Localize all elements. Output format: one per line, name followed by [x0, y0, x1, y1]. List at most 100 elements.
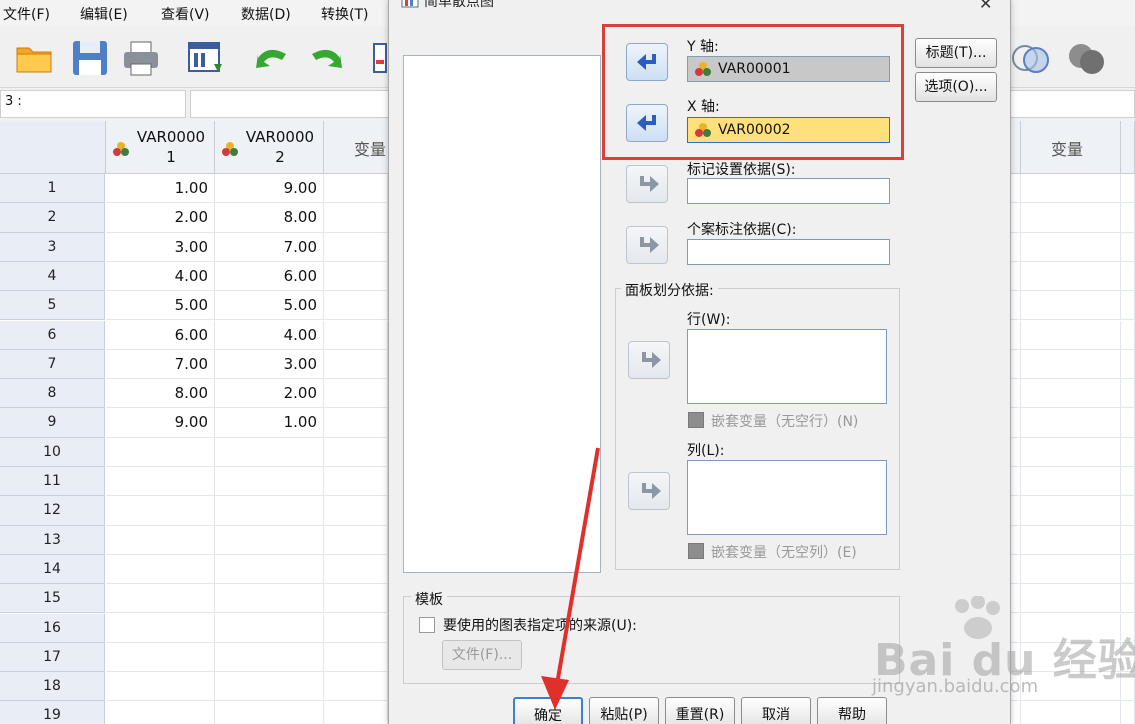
table-cell[interactable]: [1121, 203, 1135, 233]
open-folder-icon[interactable]: [14, 38, 54, 78]
table-cell[interactable]: [1021, 554, 1121, 585]
table-cell[interactable]: [1011, 203, 1021, 233]
table-cell[interactable]: 5.00: [106, 291, 215, 321]
table-cell[interactable]: [324, 672, 388, 702]
table-cell[interactable]: [215, 584, 324, 614]
table-cell[interactable]: [324, 291, 388, 321]
table-cell[interactable]: [1021, 174, 1121, 204]
row-header[interactable]: 6: [0, 320, 105, 350]
dialog-recall-icon[interactable]: [186, 38, 226, 78]
table-cell[interactable]: 2.00: [106, 203, 215, 233]
table-cell[interactable]: [1011, 554, 1021, 585]
menu-transform[interactable]: 转换(T): [321, 4, 368, 24]
table-cell[interactable]: [1021, 320, 1121, 350]
cancel-button[interactable]: 取消: [741, 697, 811, 724]
table-cell[interactable]: [324, 203, 388, 233]
table-cell[interactable]: [1121, 349, 1135, 380]
table-cell[interactable]: [1021, 291, 1121, 321]
table-cell[interactable]: [106, 496, 215, 526]
table-cell[interactable]: [1011, 174, 1021, 204]
cols-nest-checkbox[interactable]: [688, 543, 704, 559]
table-cell[interactable]: [106, 642, 215, 673]
row-header[interactable]: 15: [0, 584, 105, 614]
table-cell[interactable]: [324, 408, 388, 438]
table-cell[interactable]: [1011, 232, 1021, 262]
table-cell[interactable]: 2.00: [215, 379, 324, 409]
row-header[interactable]: 8: [0, 379, 105, 409]
row-header[interactable]: 1: [0, 174, 105, 204]
table-cell[interactable]: [215, 496, 324, 526]
move-to-rows-button[interactable]: [628, 341, 670, 379]
row-header[interactable]: 2: [0, 203, 105, 233]
row-header[interactable]: 13: [0, 525, 105, 555]
table-cell[interactable]: 1.00: [106, 174, 215, 204]
undo-icon[interactable]: [252, 38, 292, 78]
venn-select-icon[interactable]: [1010, 38, 1050, 78]
table-cell[interactable]: [1021, 525, 1121, 555]
table-cell[interactable]: [1011, 379, 1021, 409]
table-cell[interactable]: [1011, 261, 1021, 292]
table-cell[interactable]: [1121, 554, 1135, 585]
table-cell[interactable]: [1011, 437, 1021, 467]
table-cell[interactable]: [1121, 232, 1135, 262]
file-button[interactable]: 文件(F)...: [442, 640, 522, 670]
rows-nest-checkbox[interactable]: [688, 412, 704, 428]
table-cell[interactable]: [324, 642, 388, 673]
table-cell[interactable]: [106, 525, 215, 555]
row-header[interactable]: 10: [0, 437, 105, 467]
table-cell[interactable]: [324, 525, 388, 555]
table-cell[interactable]: [1021, 437, 1121, 467]
table-cell[interactable]: [1011, 320, 1021, 350]
table-cell[interactable]: [324, 701, 388, 724]
column-header-var1[interactable]: VAR0000 1: [106, 121, 215, 174]
table-cell[interactable]: [215, 554, 324, 585]
table-cell[interactable]: [324, 613, 388, 643]
marker-field[interactable]: [687, 178, 890, 204]
close-icon[interactable]: ✕: [979, 0, 992, 13]
table-cell[interactable]: [215, 525, 324, 555]
move-to-cols-button[interactable]: [628, 472, 670, 510]
row-header[interactable]: 5: [0, 291, 105, 321]
table-cell[interactable]: [1121, 408, 1135, 438]
table-cell[interactable]: [1011, 349, 1021, 380]
table-cell[interactable]: [1021, 261, 1121, 292]
table-cell[interactable]: [324, 467, 388, 497]
table-cell[interactable]: [1011, 408, 1021, 438]
variable-source-list[interactable]: [403, 55, 601, 573]
table-cell[interactable]: [1021, 379, 1121, 409]
table-cell[interactable]: 4.00: [106, 261, 215, 292]
table-cell[interactable]: [106, 672, 215, 702]
table-cell[interactable]: [106, 584, 215, 614]
redo-icon[interactable]: [306, 38, 346, 78]
table-cell[interactable]: [1021, 232, 1121, 262]
table-cell[interactable]: 7.00: [215, 232, 324, 262]
table-cell[interactable]: [215, 613, 324, 643]
column-header-right[interactable]: 变量: [1021, 121, 1121, 174]
table-cell[interactable]: [106, 437, 215, 467]
table-cell[interactable]: [215, 467, 324, 497]
cols-list[interactable]: [687, 460, 887, 535]
table-cell[interactable]: [106, 701, 215, 724]
options-button[interactable]: 选项(O)...: [915, 72, 997, 102]
table-cell[interactable]: 3.00: [106, 232, 215, 262]
table-cell[interactable]: [215, 642, 324, 673]
template-checkbox[interactable]: [419, 617, 435, 633]
column-header-var2[interactable]: VAR0000 2: [215, 121, 324, 174]
table-cell[interactable]: [1121, 174, 1135, 204]
table-cell[interactable]: [1021, 349, 1121, 380]
ok-button[interactable]: 确定: [513, 697, 583, 724]
table-cell[interactable]: [1021, 467, 1121, 497]
row-header[interactable]: 7: [0, 349, 105, 380]
table-cell[interactable]: [324, 584, 388, 614]
table-cell[interactable]: 8.00: [215, 203, 324, 233]
table-cell[interactable]: [324, 496, 388, 526]
menu-file[interactable]: 文件(F): [3, 4, 50, 24]
table-cell[interactable]: [1021, 203, 1121, 233]
table-cell[interactable]: [324, 379, 388, 409]
table-cell[interactable]: 3.00: [215, 349, 324, 380]
table-cell[interactable]: [106, 554, 215, 585]
table-cell[interactable]: [1011, 525, 1021, 555]
move-to-case-label-button[interactable]: [626, 226, 668, 264]
table-cell[interactable]: [215, 701, 324, 724]
reset-button[interactable]: 重置(R): [665, 697, 735, 724]
